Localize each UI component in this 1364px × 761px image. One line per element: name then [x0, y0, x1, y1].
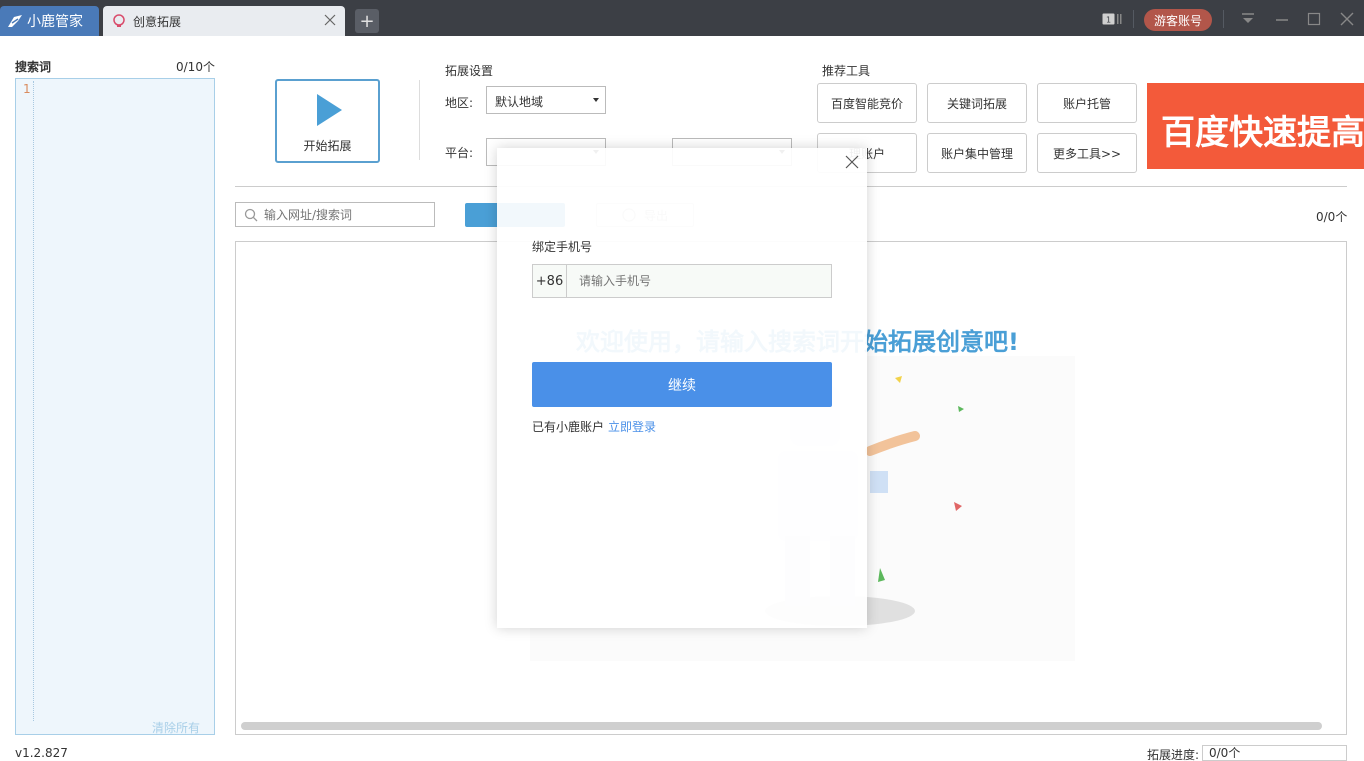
keywords-count: 0/10个 — [176, 60, 215, 74]
app-name: 小鹿管家 — [27, 14, 83, 30]
line-number: 1 — [23, 82, 31, 96]
bind-phone-dialog: 绑定手机号 +86 继续 已有小鹿账户立即登录 — [497, 148, 867, 628]
tab-creative-expansion[interactable]: 创意拓展 — [103, 6, 345, 36]
region-select[interactable]: 默认地域 — [486, 86, 606, 114]
login-link[interactable]: 立即登录 — [608, 420, 656, 434]
guest-account-button[interactable]: 游客账号 — [1144, 9, 1212, 31]
keywords-label: 搜索词 — [15, 60, 52, 74]
search-input[interactable] — [264, 206, 429, 224]
bind-phone-label: 绑定手机号 — [532, 240, 593, 254]
search-box[interactable] — [235, 202, 435, 227]
deer-logo-icon — [8, 15, 22, 27]
start-expansion-button[interactable]: 开始拓展 — [275, 79, 380, 163]
app-tab[interactable]: 小鹿管家 — [0, 6, 99, 36]
divider — [1133, 10, 1134, 28]
message-badge: 1 — [1106, 16, 1111, 25]
has-account-text: 已有小鹿账户 — [532, 420, 605, 434]
settings-title: 拓展设置 — [445, 64, 494, 78]
play-icon — [317, 94, 342, 126]
lightbulb-icon — [113, 14, 125, 27]
start-expansion-label: 开始拓展 — [303, 139, 352, 153]
country-code[interactable]: +86 — [533, 265, 567, 297]
message-icon[interactable]: 1 — [1102, 13, 1122, 25]
tool-centralized-management[interactable]: 账户集中管理 — [927, 133, 1027, 173]
tool-account-hosting[interactable]: 账户托管 — [1037, 83, 1137, 123]
phone-field[interactable]: +86 — [532, 264, 832, 298]
clear-all-link[interactable]: 清除所有 — [152, 719, 200, 736]
continue-button[interactable]: 继续 — [532, 362, 832, 407]
tools-title: 推荐工具 — [822, 64, 871, 78]
platform-label: 平台: — [445, 146, 474, 160]
tool-baidu-smart-bidding[interactable]: 百度智能竞价 — [817, 83, 917, 123]
tool-keyword-expansion[interactable]: 关键词拓展 — [927, 83, 1027, 123]
promo-banner[interactable]: 百度快速提高 — [1147, 83, 1364, 169]
horizontal-scrollbar[interactable] — [241, 722, 1322, 730]
close-dialog-icon[interactable] — [845, 155, 859, 169]
divider — [419, 80, 420, 160]
version-label: v1.2.827 — [15, 746, 68, 760]
divider — [1223, 10, 1224, 28]
close-window-icon[interactable] — [1339, 11, 1355, 27]
region-value: 默认地域 — [495, 95, 544, 109]
region-label: 地区: — [445, 96, 474, 110]
login-row: 已有小鹿账户 立即登录 — [532, 418, 656, 435]
close-tab-icon[interactable] — [323, 13, 337, 27]
tool-more-tools[interactable]: 更多工具>> — [1037, 133, 1137, 173]
title-bar: 小鹿管家 创意拓展 + 1 游客账号 — [0, 0, 1364, 36]
progress-label: 拓展进度: — [1147, 748, 1200, 761]
dropdown-arrow-icon — [593, 98, 599, 102]
tab-label: 创意拓展 — [133, 14, 182, 29]
minimize-icon[interactable] — [1274, 11, 1290, 27]
gutter-line — [33, 81, 34, 721]
maximize-icon[interactable] — [1306, 11, 1322, 27]
keywords-editor[interactable]: 1 清除所有 — [15, 78, 215, 735]
search-icon — [244, 208, 258, 222]
result-count: 0/0个 — [1316, 210, 1348, 224]
phone-input[interactable] — [579, 272, 819, 290]
progress-indicator: 0/0个 — [1202, 745, 1347, 761]
new-tab-button[interactable]: + — [355, 9, 379, 33]
dropdown-menu-icon[interactable] — [1240, 11, 1256, 27]
